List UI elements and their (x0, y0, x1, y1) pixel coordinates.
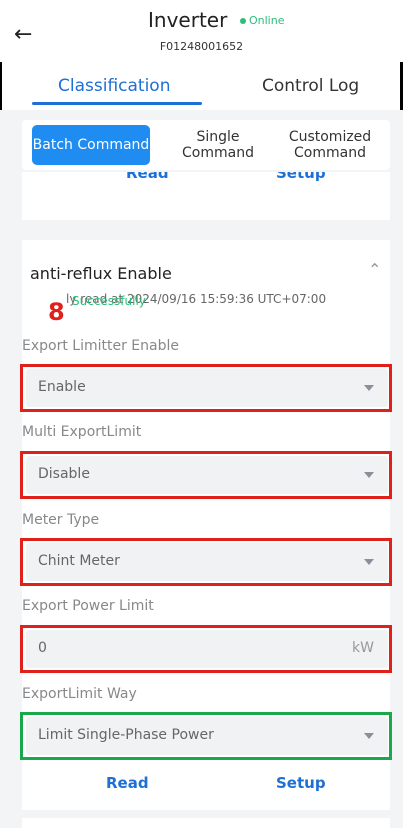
setup-button[interactable]: Setup (276, 774, 326, 792)
page-title: Inverter (148, 8, 228, 32)
read-button[interactable]: Read (106, 774, 149, 792)
tab-control-log[interactable]: Control Log (262, 76, 359, 96)
device-serial: F01248001652 (159, 40, 244, 53)
status-text: Online (249, 14, 285, 27)
read-result: Successfully (72, 294, 146, 308)
setup-button[interactable]: Setup (276, 172, 326, 182)
app-header: ← Inverter Online F01248001652 (0, 0, 403, 62)
tab-bar: Classification Control Log (0, 70, 403, 110)
select-value: Chint Meter (38, 553, 120, 569)
dropdown-arrow-icon (364, 385, 374, 391)
field-label: Export Limitter Enable (22, 338, 179, 354)
select-value: Disable (38, 466, 90, 482)
field-label: Meter Type (22, 512, 100, 528)
online-status: Online (240, 14, 284, 27)
segment-label: Single Command (182, 129, 254, 161)
select-value: Limit Single-Phase Power (38, 727, 214, 743)
segment-label: Batch Command (32, 137, 150, 153)
export-limit-way-select[interactable]: Limit Single-Phase Power (26, 717, 388, 755)
segment-batch-command[interactable]: Batch Command (32, 125, 150, 165)
card-title: anti-reflux Enable (30, 264, 172, 283)
field-label: ExportLimit Way (22, 686, 137, 702)
dropdown-arrow-icon (364, 472, 374, 478)
field-label: Multi ExportLimit (22, 424, 142, 440)
segment-customized-command[interactable]: Customized Command (280, 125, 380, 165)
tab-classification[interactable]: Classification (58, 76, 170, 96)
input-value: 0 (38, 640, 47, 656)
active-tab-indicator (32, 102, 202, 105)
command-type-selector: Batch Command Single Command Customized … (22, 120, 390, 170)
export-power-limit-input[interactable]: 0 kW (26, 630, 388, 668)
meter-type-select[interactable]: Chint Meter (26, 543, 388, 581)
annotation-number: 8 (48, 298, 65, 326)
dropdown-arrow-icon (364, 733, 374, 739)
unit-label: kW (352, 640, 374, 656)
read-button[interactable]: Read (126, 172, 169, 182)
next-command-card (22, 818, 390, 828)
status-dot-icon (240, 18, 246, 24)
chevron-up-icon[interactable]: ⌃ (368, 260, 381, 279)
select-value: Enable (38, 379, 86, 395)
multi-export-limit-select[interactable]: Disable (26, 456, 388, 494)
segment-single-command[interactable]: Single Command (172, 125, 264, 165)
previous-command-card: Read Setup (22, 172, 390, 220)
field-label: Export Power Limit (22, 598, 154, 614)
command-card-anti-reflux: anti-reflux Enable ⌃ ly read at 2024/09/… (20, 240, 392, 810)
export-limitter-enable-select[interactable]: Enable (26, 369, 388, 407)
dropdown-arrow-icon (364, 559, 374, 565)
segment-label: Customized Command (288, 129, 372, 161)
